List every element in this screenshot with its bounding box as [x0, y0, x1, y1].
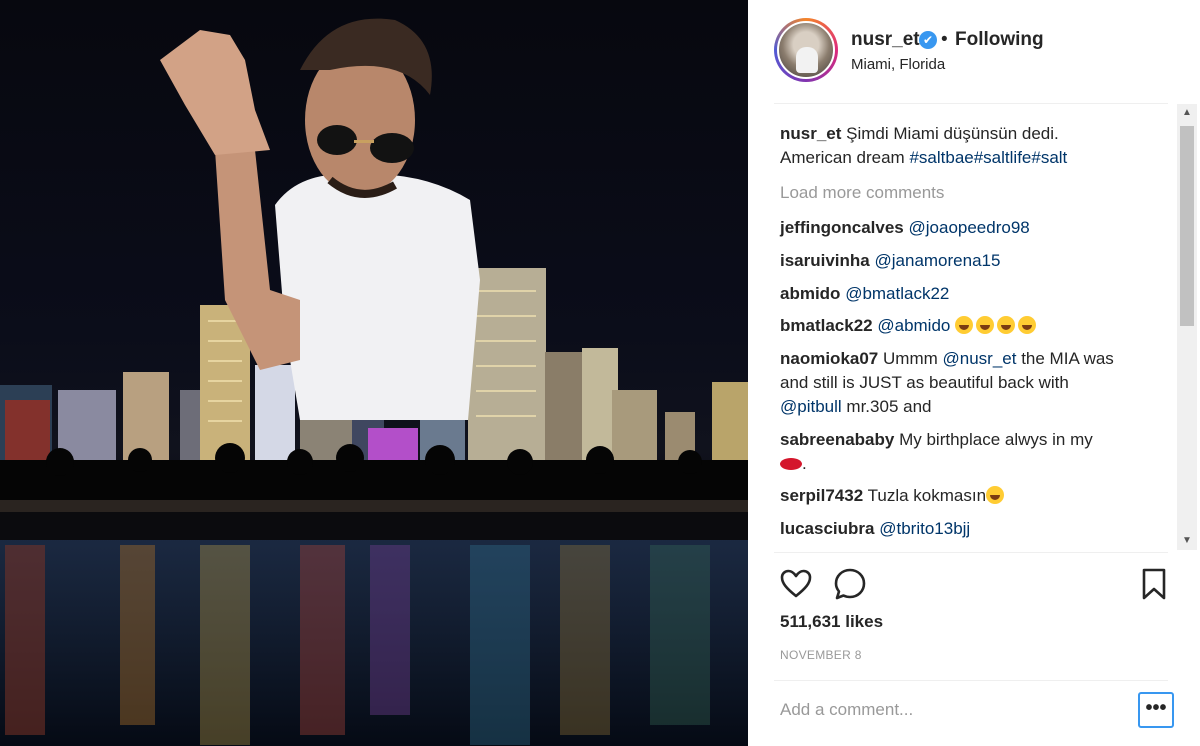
miami-skyline-image: [0, 18, 748, 746]
comment-username[interactable]: sabreenababy: [780, 430, 894, 449]
add-comment-input[interactable]: Add a comment...: [780, 700, 913, 720]
comment-mention[interactable]: @abmido: [877, 316, 950, 335]
comment-continuation: and still is JUST as beautiful back with: [780, 373, 1069, 392]
comment-text: mr.305 and: [846, 397, 932, 416]
comment-username[interactable]: bmatlack22: [780, 316, 873, 335]
comment-text: .: [802, 454, 807, 473]
comment-continuation: .: [780, 452, 807, 476]
caption-text-2: American dream: [780, 148, 905, 167]
comment-username[interactable]: jeffingoncalves: [780, 218, 904, 237]
likes-count[interactable]: 511,631 likes: [780, 612, 883, 632]
caption-hashtags[interactable]: #saltbae#saltlife#salt: [909, 148, 1067, 167]
post-date[interactable]: NOVEMBER 8: [780, 648, 862, 662]
post-photo[interactable]: [0, 0, 748, 746]
following-button[interactable]: Following: [955, 29, 1044, 51]
comment-item: serpil7432 Tuzla kokmasın: [780, 484, 1007, 508]
action-bar: [774, 566, 1168, 602]
caption-line-2: American dream #saltbae#saltlife#salt: [780, 146, 1067, 170]
post-header: nusr_et ✔ • Following Miami, Florida: [748, 0, 1200, 103]
comment-item: isaruivinha @janamorena15: [780, 249, 1000, 273]
laughing-emoji-icon: [955, 316, 974, 334]
grinning-emoji-icon: [986, 486, 1005, 504]
comment-item: naomioka07 Ummm @nusr_et the MIA was: [780, 347, 1114, 371]
comment-mention[interactable]: @bmatlack22: [845, 284, 949, 303]
comment-text: Tuzla kokmasın: [867, 486, 987, 505]
comment-username[interactable]: abmido: [780, 284, 840, 303]
comment-username[interactable]: serpil7432: [780, 486, 863, 505]
divider: [774, 552, 1168, 553]
username-link[interactable]: nusr_et: [851, 29, 920, 51]
comment-item: abmido @bmatlack22: [780, 282, 949, 306]
comment-text: the MIA was: [1021, 349, 1114, 368]
scroll-down-arrow-icon[interactable]: ▼: [1177, 532, 1197, 550]
caption-text: Şimdi Miami düşünsün dedi.: [846, 124, 1059, 143]
comment-text: My birthplace alwys in my: [899, 430, 1093, 449]
comment-item: bmatlack22 @abmido: [780, 314, 1039, 338]
comment-item: jeffingoncalves @joaopeedro98: [780, 216, 1030, 240]
laughing-emoji-icon: [1018, 316, 1037, 334]
comment-username[interactable]: isaruivinha: [780, 251, 870, 270]
divider: [774, 680, 1168, 681]
comment-item: lucasciubra @tbrito13bjj: [780, 517, 970, 541]
verified-badge-icon: ✔: [919, 31, 937, 49]
story-ring[interactable]: [774, 18, 838, 82]
comments-list[interactable]: nusr_et Şimdi Miami düşünsün dedi. Ameri…: [748, 104, 1176, 552]
comment-bubble-icon[interactable]: [832, 566, 868, 602]
comment-mention[interactable]: @nusr_et: [943, 349, 1017, 368]
comment-mention[interactable]: @janamorena15: [875, 251, 1001, 270]
instagram-post: nusr_et ✔ • Following Miami, Florida nus…: [0, 0, 1200, 746]
bookmark-icon[interactable]: [1136, 566, 1172, 602]
comment-item: sabreenababy My birthplace alwys in my: [780, 428, 1093, 452]
lips-emoji-icon: [780, 458, 802, 470]
laughing-emoji-icon: [976, 316, 995, 334]
comment-username[interactable]: naomioka07: [780, 349, 878, 368]
comment-username[interactable]: lucasciubra: [780, 519, 875, 538]
heart-icon[interactable]: [778, 566, 814, 602]
scroll-up-arrow-icon[interactable]: ▲: [1177, 104, 1197, 122]
comment-mention[interactable]: @pitbull: [780, 397, 842, 416]
comment-continuation: @pitbull mr.305 and: [780, 395, 931, 419]
caption-line-1: nusr_et Şimdi Miami düşünsün dedi.: [780, 122, 1059, 146]
laughing-emoji-icon: [997, 316, 1016, 334]
comment-mention[interactable]: @joaopeedro98: [909, 218, 1030, 237]
location-link[interactable]: Miami, Florida: [851, 56, 945, 73]
comments-scrollbar[interactable]: ▲ ▼: [1177, 104, 1197, 550]
caption-username[interactable]: nusr_et: [780, 124, 841, 143]
load-more-comments[interactable]: Load more comments: [780, 181, 944, 205]
scrollbar-thumb[interactable]: [1180, 126, 1194, 326]
comment-mention[interactable]: @tbrito13bjj: [879, 519, 970, 538]
comment-text: Ummm: [883, 349, 938, 368]
post-sidebar: nusr_et ✔ • Following Miami, Florida nus…: [748, 0, 1200, 746]
more-options-button[interactable]: •••: [1138, 692, 1174, 728]
separator-dot: •: [941, 29, 948, 50]
avatar[interactable]: [777, 21, 835, 79]
